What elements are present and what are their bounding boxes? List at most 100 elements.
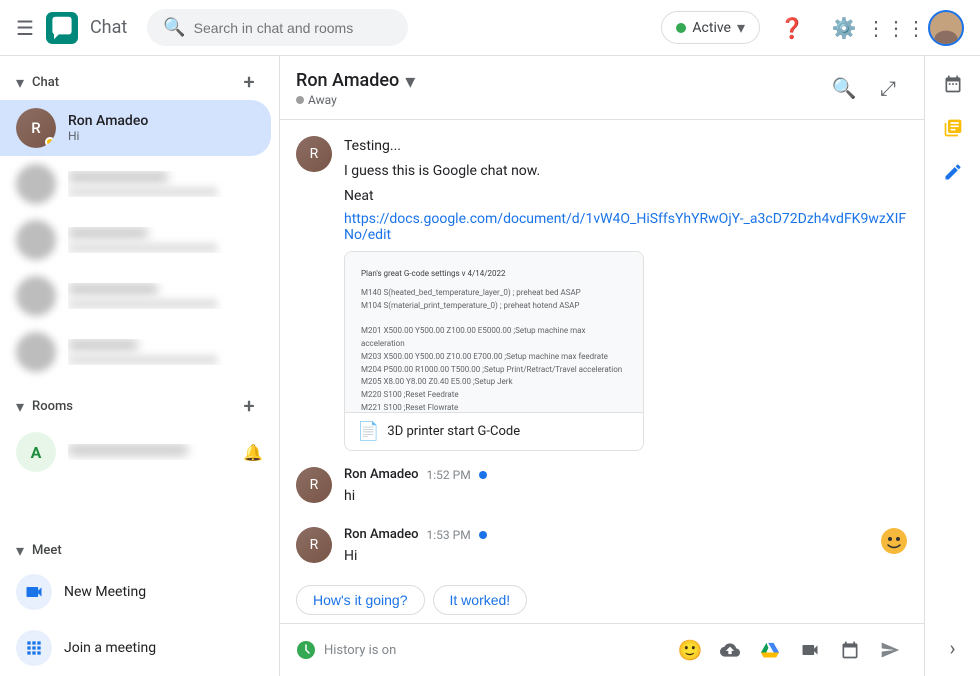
msg-header-3: Ron Amadeo 1:53 PM: [344, 527, 908, 542]
new-meeting-label: New Meeting: [64, 584, 146, 600]
msg-avatar-1: R: [296, 136, 332, 172]
tasks-rail-button[interactable]: [933, 108, 973, 148]
msg-avatar-3: R: [296, 527, 332, 563]
active-dot: [676, 23, 686, 33]
calendar-button[interactable]: [832, 632, 868, 668]
history-label: History is on: [324, 643, 396, 658]
user-avatar[interactable]: [928, 10, 964, 46]
chat-contact-name: Ron Amadeo ▾: [296, 69, 816, 93]
message-reaction: [880, 527, 908, 559]
add-room-button[interactable]: +: [235, 392, 263, 420]
chat-header: Ron Amadeo ▾ Away 🔍 ⤢: [280, 56, 924, 120]
join-meeting-icon: [16, 630, 52, 666]
contact-info-ron: Ron Amadeo Hi: [68, 113, 255, 143]
contact-avatar-2: [16, 164, 56, 204]
edit-rail-button[interactable]: [933, 152, 973, 192]
drive-button[interactable]: [752, 632, 788, 668]
rooms-section-header: ▾ Rooms +: [0, 380, 279, 424]
doc-preview: Plan's great G-code settings v 4/14/2022…: [345, 252, 643, 412]
quick-reply-it-worked[interactable]: It worked!: [433, 585, 528, 615]
room-item-a[interactable]: A 🔔: [0, 424, 279, 480]
doc-card-footer: 📄 3D printer start G-Code: [345, 412, 643, 450]
active-label: Active: [692, 20, 731, 36]
msg-avatar-2: R: [296, 467, 332, 503]
join-meeting-item[interactable]: Join a meeting: [0, 620, 279, 676]
google-chat-logo: [46, 12, 78, 44]
chat-item-4[interactable]: [0, 268, 271, 324]
quick-reply-area: How's it going? It worked!: [280, 581, 924, 623]
room-avatar-a: A: [16, 432, 56, 472]
settings-button[interactable]: ⚙️: [824, 8, 864, 48]
msg-content-1: Testing... I guess this is Google chat n…: [344, 136, 908, 451]
search-input[interactable]: [194, 20, 393, 36]
chevron-down-icon: ▾: [737, 18, 745, 37]
emoji-button[interactable]: 🙂: [672, 632, 708, 668]
msg-link-doc[interactable]: https://docs.google.com/document/d/1vW4O…: [344, 211, 906, 243]
message-group-3: R Ron Amadeo 1:53 PM Hi: [296, 527, 908, 571]
chat-item-5[interactable]: [0, 324, 271, 380]
rooms-section-chevron[interactable]: ▾: [16, 397, 24, 416]
calendar-rail-button[interactable]: [933, 64, 973, 104]
meet-section-label: Meet: [32, 543, 62, 558]
chat-section-chevron[interactable]: ▾: [16, 73, 24, 92]
msg-content-3: Ron Amadeo 1:53 PM Hi: [344, 527, 908, 571]
apps-button[interactable]: ⋮⋮⋮: [876, 8, 916, 48]
sidebar: ▾ Chat + R Ron Amadeo Hi: [0, 56, 280, 676]
chat-header-actions: 🔍 ⤢: [824, 68, 908, 108]
chat-contact-status: Away: [296, 93, 816, 107]
doc-icon: 📄: [357, 421, 379, 442]
chat-panel: Ron Amadeo ▾ Away 🔍 ⤢ R Te: [280, 56, 924, 676]
add-chat-button[interactable]: +: [235, 68, 263, 96]
msg-text-testing: Testing...: [344, 136, 908, 157]
chat-item-ron-amadeo[interactable]: R Ron Amadeo Hi: [0, 100, 271, 156]
doc-title: 3D printer start G-Code: [387, 424, 520, 439]
hamburger-menu[interactable]: ☰: [16, 16, 34, 40]
chat-item-2[interactable]: [0, 156, 271, 212]
msg-text-hi-2: Hi: [344, 546, 908, 567]
quick-reply-hows-it-going[interactable]: How's it going?: [296, 585, 425, 615]
msg-sender-2: Ron Amadeo: [344, 467, 419, 482]
message-group-2: R Ron Amadeo 1:52 PM hi: [296, 467, 908, 511]
active-status-badge[interactable]: Active ▾: [661, 11, 760, 44]
history-icon: [296, 640, 316, 660]
msg-time-2: 1:52 PM: [427, 468, 471, 482]
notification-bell-icon[interactable]: 🔔: [243, 443, 263, 462]
messages-area: R Testing... I guess this is Google chat…: [280, 120, 924, 581]
send-button[interactable]: [872, 632, 908, 668]
rooms-section-label: Rooms: [32, 399, 73, 414]
contact-name-ron: Ron Amadeo: [68, 113, 255, 129]
meet-section-chevron[interactable]: ▾: [16, 541, 24, 560]
help-button[interactable]: ❓: [772, 8, 812, 48]
contact-info-4: [68, 283, 255, 309]
message-group-1: R Testing... I guess this is Google chat…: [296, 136, 908, 451]
contact-avatar-5: [16, 332, 56, 372]
chat-section-header: ▾ Chat +: [0, 56, 279, 100]
history-indicator: History is on: [296, 640, 664, 660]
msg-header-2: Ron Amadeo 1:52 PM: [344, 467, 908, 482]
expand-rail-button[interactable]: ›: [933, 628, 973, 668]
chat-item-3[interactable]: [0, 212, 271, 268]
upload-button[interactable]: [712, 632, 748, 668]
input-area: History is on 🙂: [280, 623, 924, 676]
new-meeting-icon: [16, 574, 52, 610]
search-icon: 🔍: [163, 17, 185, 38]
contact-dropdown-arrow[interactable]: ▾: [405, 69, 415, 93]
meet-section-header: ▾ Meet: [0, 529, 279, 564]
doc-card[interactable]: Plan's great G-code settings v 4/14/2022…: [344, 251, 644, 451]
msg-text-neat: Neat: [344, 186, 908, 207]
msg-sender-3: Ron Amadeo: [344, 527, 419, 542]
msg-online-dot-2: [479, 471, 487, 479]
expand-button[interactable]: ⤢: [868, 68, 908, 108]
contact-info-2: [68, 171, 255, 197]
meet-button[interactable]: [792, 632, 828, 668]
msg-online-dot-3: [479, 531, 487, 539]
search-bar[interactable]: 🔍: [147, 9, 408, 46]
input-actions: 🙂: [672, 632, 908, 668]
search-chat-button[interactable]: 🔍: [824, 68, 864, 108]
right-rail: ›: [924, 56, 980, 676]
new-meeting-item[interactable]: New Meeting: [0, 564, 279, 620]
join-meeting-label: Join a meeting: [64, 640, 156, 656]
contact-info-5: [68, 339, 255, 365]
msg-text-hi-1: hi: [344, 486, 908, 507]
msg-time-3: 1:53 PM: [427, 528, 471, 542]
